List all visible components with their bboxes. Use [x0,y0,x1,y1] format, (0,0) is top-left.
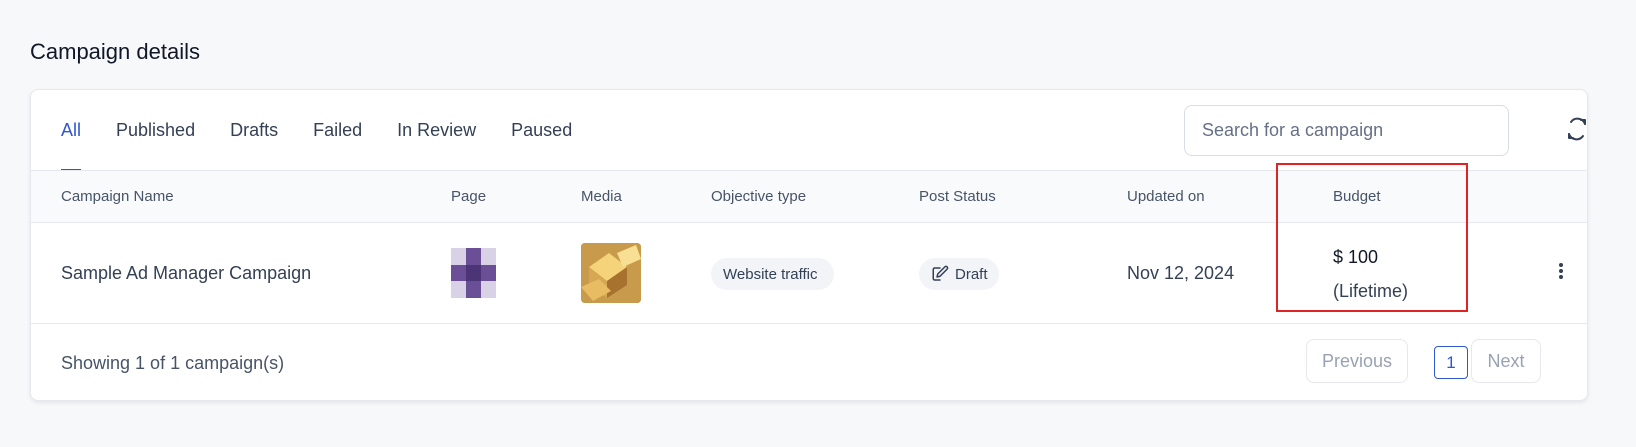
status-label: Draft [955,265,988,283]
campaign-tabs: All Published Drafts Failed In Review Pa… [31,90,607,171]
avatar-pixel [481,264,496,282]
page-header: Page [451,188,487,205]
avatar-pixel [466,281,481,298]
previous-button[interactable]: Previous [1306,339,1408,383]
search-input[interactable] [1184,105,1509,156]
avatar-pixel [466,264,481,282]
more-vertical-icon [1558,262,1564,285]
objective-type-label: Website traffic [723,265,818,283]
refresh-button[interactable] [1563,117,1587,146]
campaign-card: All Published Drafts Failed In Review Pa… [30,89,1588,401]
next-button[interactable]: Next [1471,339,1541,383]
refresh-icon [1565,117,1587,146]
tab-all[interactable]: All [61,90,82,171]
updated-on-header: Updated on [1127,188,1205,205]
tab-drafts[interactable]: Drafts [230,90,278,170]
media-header: Media [581,188,622,205]
showing-count: Showing 1 of 1 campaign(s) [61,353,285,373]
tab-published[interactable]: Published [116,90,195,170]
page-number-button[interactable]: 1 [1434,346,1468,379]
campaign-name-header: Campaign Name [61,188,174,205]
edit-icon [931,265,949,283]
avatar-pixel [481,248,496,265]
post-status-header: Post Status [919,188,996,205]
campaign-name-cell[interactable]: Sample Ad Manager Campaign [61,223,311,323]
avatar-pixel [481,281,496,298]
avatar-pixel [466,248,481,265]
media-thumbnail [581,243,641,303]
avatar-pixel [451,248,466,265]
tab-paused[interactable]: Paused [511,90,572,170]
objective-type-header: Objective type [711,188,807,205]
more-actions-button[interactable] [1553,261,1569,285]
budget-highlight [1276,163,1468,312]
avatar-pixel [451,264,466,282]
tab-in-review[interactable]: In Review [397,90,476,170]
status-badge: Draft [919,258,999,290]
objective-type-badge: Website traffic [711,258,834,290]
page-title: Campaign details [30,39,200,64]
tab-failed[interactable]: Failed [313,90,362,170]
page-avatar [451,248,496,298]
avatar-pixel [451,281,466,298]
updated-on-cell: Nov 12, 2024 [1127,262,1235,283]
